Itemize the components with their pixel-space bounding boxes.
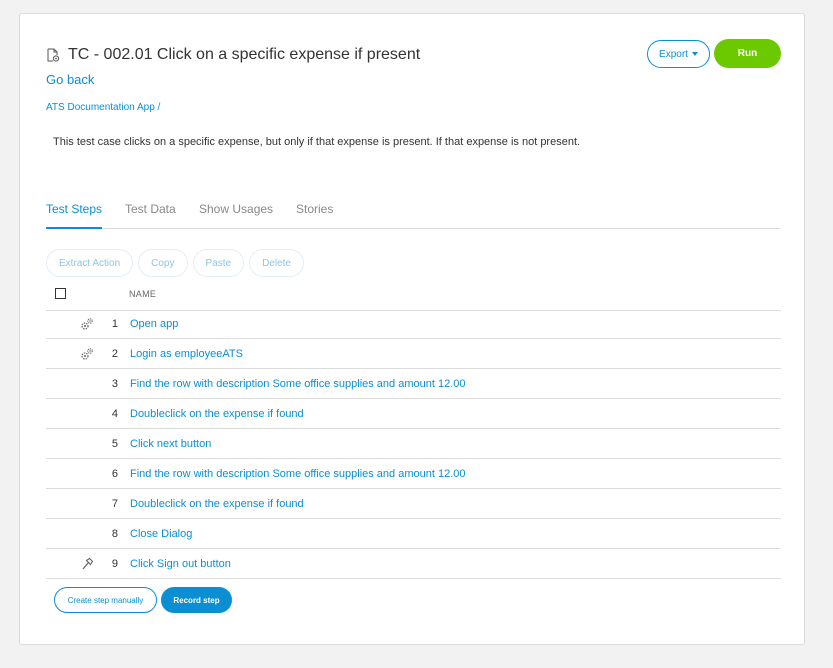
hammer-icon — [82, 557, 94, 570]
step-number: 7 — [111, 498, 118, 510]
export-label: Export — [659, 48, 688, 60]
title-row: TC - 002.01 Click on a specific expense … — [46, 46, 420, 64]
tab-test-steps[interactable]: Test Steps — [46, 202, 103, 229]
caret-down-icon — [691, 52, 698, 56]
tab-bar: Test Steps Test Data Show Usages Stories — [46, 202, 781, 229]
gears-icon — [81, 318, 93, 330]
table-row[interactable]: 1 Open app — [46, 309, 781, 339]
steps-table-header: NAME — [46, 284, 781, 311]
test-case-card: TC - 002.01 Click on a specific expense … — [19, 13, 805, 645]
table-row[interactable]: 9 Click Sign out button — [46, 549, 781, 579]
table-row[interactable]: 7 Doubleclick on the expense if found — [46, 489, 781, 519]
step-link[interactable]: Click Sign out button — [130, 558, 231, 570]
step-link[interactable]: Find the row with description Some offic… — [130, 378, 466, 390]
step-link[interactable]: Close Dialog — [130, 528, 192, 540]
table-row[interactable]: 8 Close Dialog — [46, 519, 781, 549]
page-title: TC - 002.01 Click on a specific expense … — [68, 46, 421, 63]
table-row[interactable]: 4 Doubleclick on the expense if found — [46, 399, 781, 429]
table-row[interactable]: 5 Click next button — [46, 429, 781, 459]
tab-stories[interactable]: Stories — [296, 202, 333, 227]
step-number: 9 — [111, 558, 118, 570]
step-link[interactable]: Doubleclick on the expense if found — [130, 408, 304, 420]
gears-icon — [81, 348, 93, 360]
step-number: 3 — [111, 378, 118, 390]
step-link[interactable]: Find the row with description Some offic… — [130, 468, 466, 480]
run-button[interactable]: Run — [714, 39, 781, 68]
select-all-checkbox[interactable] — [55, 288, 66, 299]
go-back-link[interactable]: Go back — [46, 72, 94, 87]
steps-toolbar: Extract Action Copy Paste Delete — [46, 249, 304, 277]
step-number: 5 — [111, 438, 118, 450]
tab-show-usages[interactable]: Show Usages — [199, 202, 273, 227]
step-number: 4 — [111, 408, 118, 420]
step-number: 8 — [111, 528, 118, 540]
step-number: 2 — [111, 348, 118, 360]
delete-button[interactable]: Delete — [249, 249, 304, 277]
create-step-manually-button[interactable]: Create step manually — [54, 587, 157, 613]
export-button[interactable]: Export — [647, 40, 710, 68]
step-link[interactable]: Click next button — [130, 438, 211, 450]
breadcrumb[interactable]: ATS Documentation App / — [46, 102, 160, 113]
extract-action-button[interactable]: Extract Action — [46, 249, 134, 277]
copy-button[interactable]: Copy — [138, 249, 188, 277]
table-row[interactable]: 2 Login as employeeATS — [46, 339, 781, 369]
column-header-name: NAME — [129, 289, 157, 299]
test-case-file-icon — [47, 48, 60, 62]
table-row[interactable]: 3 Find the row with description Some off… — [46, 369, 781, 399]
test-case-description: This test case clicks on a specific expe… — [53, 136, 581, 148]
paste-button[interactable]: Paste — [192, 249, 245, 277]
table-row[interactable]: 6 Find the row with description Some off… — [46, 459, 781, 489]
record-step-button[interactable]: Record step — [161, 587, 232, 613]
tab-test-data[interactable]: Test Data — [125, 202, 176, 227]
step-link[interactable]: Doubleclick on the expense if found — [130, 498, 304, 510]
step-number: 6 — [111, 468, 118, 480]
step-link[interactable]: Login as employeeATS — [130, 348, 243, 360]
step-link[interactable]: Open app — [130, 318, 178, 330]
step-number: 1 — [111, 318, 118, 330]
